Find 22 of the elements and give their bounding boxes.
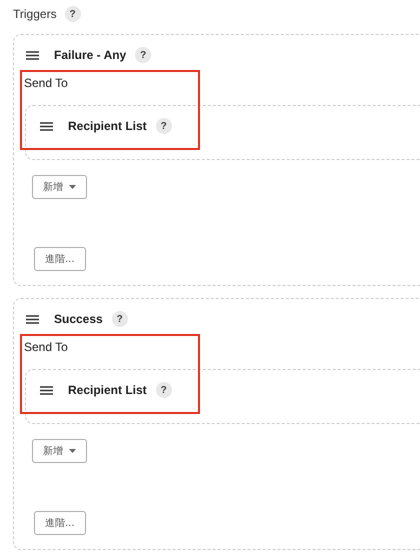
field-label: Send To [24,76,69,90]
add-button[interactable]: 新增 [32,175,87,199]
advanced-button[interactable]: 進階... [34,247,86,271]
caret-icon [69,185,76,189]
help-icon[interactable]: ? [156,382,172,398]
add-button[interactable]: 新增 [32,439,87,463]
section-title: Triggers [13,7,57,21]
help-icon[interactable]: ? [135,47,152,63]
help-icon[interactable]: ? [64,6,81,22]
drag-handle-icon[interactable] [26,314,39,324]
trigger-title: Failure - Any [54,48,126,62]
advanced-button[interactable]: 進階... [34,511,86,535]
caret-icon [69,449,76,453]
drag-handle-icon[interactable] [26,50,39,60]
help-icon[interactable]: ? [156,118,172,134]
trigger-title: Success [54,312,103,326]
field-label: Send To [24,340,69,354]
recipient-title: Recipient List [68,383,147,397]
drag-handle-icon[interactable] [40,386,53,394]
recipient-title: Recipient List [68,119,147,133]
help-icon[interactable]: ? [112,311,128,327]
drag-handle-icon[interactable] [40,122,53,130]
